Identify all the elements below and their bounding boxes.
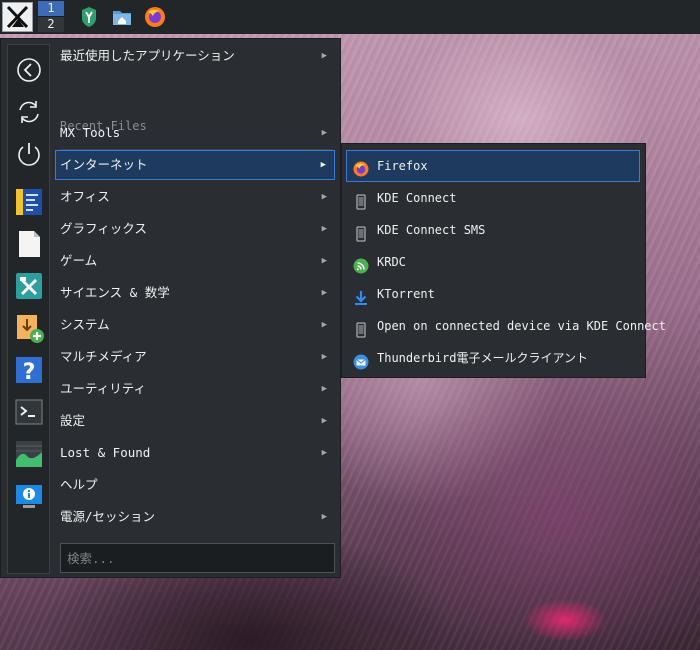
mx-tools-icon[interactable] <box>13 270 45 302</box>
back-icon[interactable] <box>13 54 45 86</box>
submenu-item-label: KRDC <box>377 255 406 269</box>
firefox-icon <box>353 158 369 177</box>
menu-item-label: ユーティリティ <box>60 381 147 396</box>
submenu-item-label: KDE Connect SMS <box>377 223 486 237</box>
submenu-item-ktorrent[interactable]: KTorrent <box>346 278 640 310</box>
menu-item-help[interactable]: ヘルプ <box>55 470 335 500</box>
chevron-right-icon: ▶ <box>321 448 327 458</box>
document-icon[interactable] <box>13 228 45 260</box>
top-panel: 1 2 <box>0 0 700 34</box>
submenu-item-krdc[interactable]: KRDC <box>346 246 640 278</box>
thunderbird-icon <box>353 350 369 370</box>
menu-item-utilities[interactable]: ユーティリティ ▶ <box>55 374 335 404</box>
menu-item-label: サイエンス & 数学 <box>60 285 170 300</box>
menu-item-office[interactable]: オフィス ▶ <box>55 182 335 212</box>
system-monitor-icon[interactable] <box>13 438 45 470</box>
workspace-1[interactable]: 1 <box>38 1 64 16</box>
submenu-item-open-on-device[interactable]: Open on connected device via KDE Connect <box>346 310 666 342</box>
menu-item-science-math[interactable]: サイエンス & 数学 ▶ <box>55 278 335 308</box>
download-icon <box>353 286 369 305</box>
chevron-right-icon: ▶ <box>321 512 327 522</box>
phone-icon <box>353 222 369 242</box>
submenu-item-kde-connect-sms[interactable]: KDE Connect SMS <box>346 214 640 246</box>
submenu-item-label: Thunderbird電子メールクライアント <box>377 351 588 365</box>
ide-icon[interactable] <box>13 186 45 218</box>
power-icon[interactable] <box>13 138 45 170</box>
chevron-right-icon: ▶ <box>321 51 327 61</box>
menu-item-power-session[interactable]: 電源/セッション ▶ <box>55 502 335 532</box>
refresh-icon[interactable] <box>13 96 45 128</box>
menu-item-label: ヘルプ <box>60 477 98 492</box>
menu-item-label: システム <box>60 317 110 332</box>
menu-item-games[interactable]: ゲーム ▶ <box>55 246 335 276</box>
chevron-right-icon: ▶ <box>321 192 327 202</box>
help-icon[interactable]: ? <box>13 354 45 386</box>
menu-item-system[interactable]: システム ▶ <box>55 310 335 340</box>
terminal-icon[interactable] <box>13 396 45 428</box>
menu-item-label: 電源/セッション <box>60 509 156 524</box>
mx-logo-icon <box>6 5 29 29</box>
menu-item-label: MX Tools <box>60 125 121 140</box>
submenu-item-thunderbird[interactable]: Thunderbird電子メールクライアント <box>346 342 640 374</box>
installer-icon[interactable] <box>13 312 45 344</box>
menu-item-graphics[interactable]: グラフィックス ▶ <box>55 214 335 244</box>
submenu-item-firefox[interactable]: Firefox <box>346 150 640 182</box>
internet-submenu: Firefox KDE Connect KDE Connect SMS KRDC… <box>341 143 666 378</box>
chevron-right-icon: ▶ <box>321 288 327 298</box>
application-menu: ? 最近使用したアプリケーション ▶ Recent Files MX Tools… <box>0 38 341 578</box>
chevron-right-icon: ▶ <box>321 256 327 266</box>
chevron-right-icon: ▶ <box>321 384 327 394</box>
phone-icon <box>353 318 369 338</box>
menu-item-internet[interactable]: インターネット ▶ <box>55 150 335 180</box>
menu-item-label: Lost & Found <box>60 445 151 460</box>
search-input[interactable] <box>60 543 335 573</box>
svg-text:?: ? <box>23 360 36 385</box>
submenu-item-label: Firefox <box>377 159 428 173</box>
submenu-item-label: KTorrent <box>377 287 435 301</box>
workspace-pager: 1 2 <box>38 1 64 33</box>
chevron-right-icon: ▶ <box>321 128 327 138</box>
home-folder-icon[interactable] <box>111 6 133 28</box>
menu-item-recent-apps[interactable]: 最近使用したアプリケーション ▶ <box>55 41 335 71</box>
favorites-bar: ? <box>7 44 50 574</box>
firefox-icon[interactable] <box>144 6 166 28</box>
menu-item-label: ゲーム <box>60 253 98 268</box>
chevron-right-icon: ▶ <box>321 320 327 330</box>
workspace-2[interactable]: 2 <box>38 16 64 32</box>
phone-icon <box>353 190 369 210</box>
submenu-item-label: KDE Connect <box>377 191 457 205</box>
chevron-right-icon: ▶ <box>320 160 326 170</box>
chevron-right-icon: ▶ <box>321 352 327 362</box>
menu-item-multimedia[interactable]: マルチメディア ▶ <box>55 342 335 372</box>
krdc-icon <box>353 254 369 274</box>
menu-item-lost-found[interactable]: Lost & Found ▶ <box>55 438 335 468</box>
start-menu-button[interactable] <box>2 2 33 32</box>
menu-item-label: 最近使用したアプリケーション <box>60 48 235 63</box>
submenu-item-label: Open on connected device via KDE Connect <box>377 319 666 333</box>
menu-item-label: グラフィックス <box>60 221 147 236</box>
chevron-right-icon: ▶ <box>321 416 327 426</box>
chevron-right-icon: ▶ <box>321 224 327 234</box>
menu-item-settings[interactable]: 設定 ▶ <box>55 406 335 436</box>
mx-tweak-icon[interactable] <box>78 6 100 28</box>
menu-item-label: マルチメディア <box>60 349 147 364</box>
menu-item-label: インターネット <box>60 157 148 172</box>
menu-item-label: オフィス <box>60 189 110 204</box>
menu-item-mx-tools[interactable]: MX Tools ▶ <box>55 118 335 148</box>
menu-item-label: 設定 <box>60 413 86 428</box>
system-info-icon[interactable] <box>13 480 45 512</box>
submenu-item-kde-connect[interactable]: KDE Connect <box>346 182 640 214</box>
